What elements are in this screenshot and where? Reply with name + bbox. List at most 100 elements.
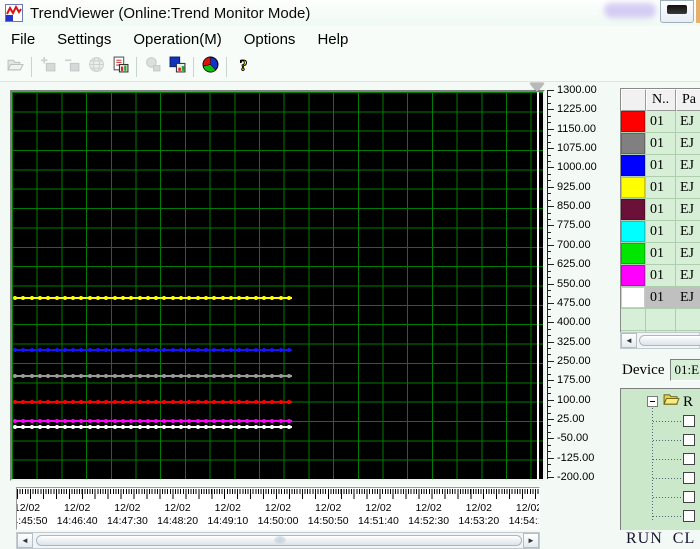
channel-row[interactable]: 01 EJ [621,155,700,177]
trend-point [286,399,291,404]
remove-pen-icon [64,56,81,78]
trend-point [46,373,51,378]
y-axis-label: 1075.00 [557,142,597,155]
channel-row[interactable]: 01 EJ [621,221,700,243]
trend-point [228,425,233,430]
question-mark-icon: ? [235,56,252,78]
tree-item-checkbox[interactable] [683,491,695,503]
y-axis-tick [548,96,551,98]
trend-point [162,418,167,423]
trendviewer-window: TrendViewer (Online:Trend Monitor Mode) … [0,0,700,549]
close-button-partial[interactable] [696,0,700,23]
channel-color-swatch [621,111,645,132]
scroll-thumb[interactable] [36,535,522,546]
trend-point [220,418,225,423]
trend-point [212,425,217,430]
trend-point [203,425,208,430]
open-folder-icon [6,56,24,78]
trend-point [71,348,76,352]
trend-point [54,373,59,378]
trend-point [120,348,125,352]
channel-row[interactable]: 01 EJ [621,133,700,155]
table-scroll-thumb[interactable] [639,335,700,346]
tree-item-checkbox[interactable] [683,434,695,446]
trend-point [96,373,100,378]
y-axis-tick [548,380,554,382]
trend-plot-area[interactable] [12,92,543,479]
channel-color-cell [621,177,646,199]
cursor-marker-handle[interactable] [530,83,544,92]
device-combobox[interactable]: 01:E [670,359,700,381]
copy-trend-data-button[interactable] [108,55,132,79]
trend-point [187,418,192,423]
channel-row[interactable]: 01 EJ [621,111,700,133]
tree-item-checkbox[interactable] [683,415,695,427]
time-scrollbar[interactable]: ◄ ► [16,532,540,549]
help-about-button[interactable]: ? [231,55,255,79]
channel-row[interactable]: 01 EJ [621,177,700,199]
y-axis-tick [548,109,554,111]
channel-row[interactable]: 01 EJ [621,287,700,309]
channel-no-cell: 01 [646,287,676,309]
y-axis-tick [548,348,551,349]
toolbar-separator [31,56,32,77]
trend-point [137,348,142,352]
trend-point [253,296,258,301]
tree-item-checkbox[interactable] [683,453,695,465]
trend-point [46,296,51,301]
y-axis-tick [548,160,551,162]
menu-item-settings[interactable]: Settings [46,29,122,50]
maximize-button[interactable] [660,0,694,23]
y-axis-tick [548,244,554,246]
channel-table-scrollbar[interactable]: ◄ [620,332,700,349]
y-axis-tick [548,225,554,227]
tree-item-checkbox[interactable] [683,510,695,522]
y-axis-label: -125.00 [557,451,595,464]
trend-point [154,348,159,352]
tree-root-label: R [683,394,694,410]
menu-item-help[interactable]: Help [306,29,359,50]
scroll-thumb-grip [274,536,286,545]
channel-row[interactable]: 01 EJ [621,265,700,287]
trend-point [162,348,167,352]
trend-point [71,399,76,404]
trend-point [220,348,225,352]
device-label: Device [622,361,665,378]
trend-point [220,373,225,378]
color-column-header [621,89,646,111]
channel-row[interactable]: 01 EJ [621,243,700,265]
trend-point [112,425,117,430]
trend-point [79,399,84,404]
tree-connector-line [653,478,683,479]
tree-item [621,489,700,505]
trend-point [286,373,291,378]
tree-item [621,470,700,486]
menu-item-operationm[interactable]: Operation(M) [122,29,232,50]
table-scroll-left-arrow[interactable]: ◄ [621,333,637,348]
tree-collapse-toggle[interactable] [647,396,658,407]
trend-point [37,296,42,301]
y-axis-label: 1150.00 [557,122,596,135]
channel-row[interactable]: 01 EJ [621,199,700,221]
menu-item-file[interactable]: File [0,29,46,50]
y-axis-label: 475.00 [557,296,591,309]
trend-point [262,296,266,301]
window-layout-button[interactable] [165,55,189,79]
scroll-right-arrow[interactable]: ► [523,533,539,548]
trend-point [96,425,100,430]
channel-no-cell: 01 [646,221,676,243]
channel-color-swatch [621,221,645,242]
trend-point [87,348,92,352]
trend-point [54,425,59,430]
y-axis-tick [548,219,551,220]
title-bar: TrendViewer (Online:Trend Monitor Mode) [0,0,700,26]
trend-point [120,418,125,423]
tree-connector-line [653,459,683,460]
menu-item-options[interactable]: Options [233,29,307,50]
tree-item-checkbox[interactable] [683,472,695,484]
channel-table-header: N.. Pa [621,89,700,111]
scroll-left-arrow[interactable]: ◄ [17,533,33,548]
trend-point [253,373,258,378]
x-axis-label-date: 12/02 [515,502,540,514]
color-settings-button[interactable] [198,55,222,79]
